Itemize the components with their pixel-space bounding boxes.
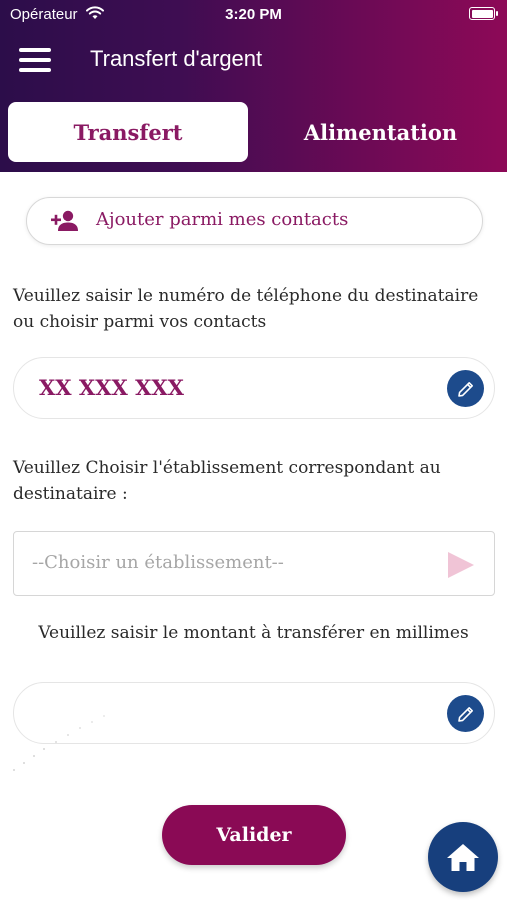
menu-button[interactable] xyxy=(19,48,51,74)
institution-instruction: Veuillez Choisir l'établissement corresp… xyxy=(13,458,441,504)
pencil-icon xyxy=(457,381,473,397)
triangle-right-icon xyxy=(448,552,474,578)
tab-alimentation-label: Alimentation xyxy=(303,119,458,145)
amount-edit-button[interactable] xyxy=(447,695,484,732)
tab-transfert[interactable]: Transfert xyxy=(8,102,248,162)
tab-alimentation[interactable]: Alimentation xyxy=(258,102,503,162)
status-time: 3:20 PM xyxy=(225,6,282,23)
page-title: Transfert d'argent xyxy=(90,46,263,71)
add-from-contacts-button[interactable]: Ajouter parmi mes contacts xyxy=(26,197,483,245)
home-button[interactable] xyxy=(428,822,498,892)
battery-icon xyxy=(469,7,498,20)
amount-instruction: Veuillez saisir le montant à transférer … xyxy=(38,623,469,643)
phone-number-value: XX XXX XXX xyxy=(39,375,184,400)
pencil-icon xyxy=(457,706,473,722)
add-from-contacts-label: Ajouter parmi mes contacts xyxy=(96,209,349,230)
phone-field[interactable]: XX XXX XXX xyxy=(13,357,495,419)
institution-select[interactable]: --Choisir un établissement-- xyxy=(13,531,495,596)
header: Opérateur 3:20 PM Transfert d'argent Tra… xyxy=(0,0,507,172)
status-bar: Opérateur 3:20 PM xyxy=(0,0,507,30)
home-icon xyxy=(447,844,479,871)
validate-button[interactable]: Valider xyxy=(162,805,346,865)
hamburger-menu-icon xyxy=(19,48,51,52)
institution-select-placeholder: --Choisir un établissement-- xyxy=(32,552,284,573)
decorative-dots xyxy=(13,715,105,771)
phone-edit-button[interactable] xyxy=(447,370,484,407)
phone-instruction: Veuillez saisir le numéro de téléphone d… xyxy=(13,286,479,332)
tab-transfert-label: Transfert xyxy=(73,119,183,145)
validate-button-label: Valider xyxy=(216,824,292,846)
add-person-icon xyxy=(51,210,78,231)
